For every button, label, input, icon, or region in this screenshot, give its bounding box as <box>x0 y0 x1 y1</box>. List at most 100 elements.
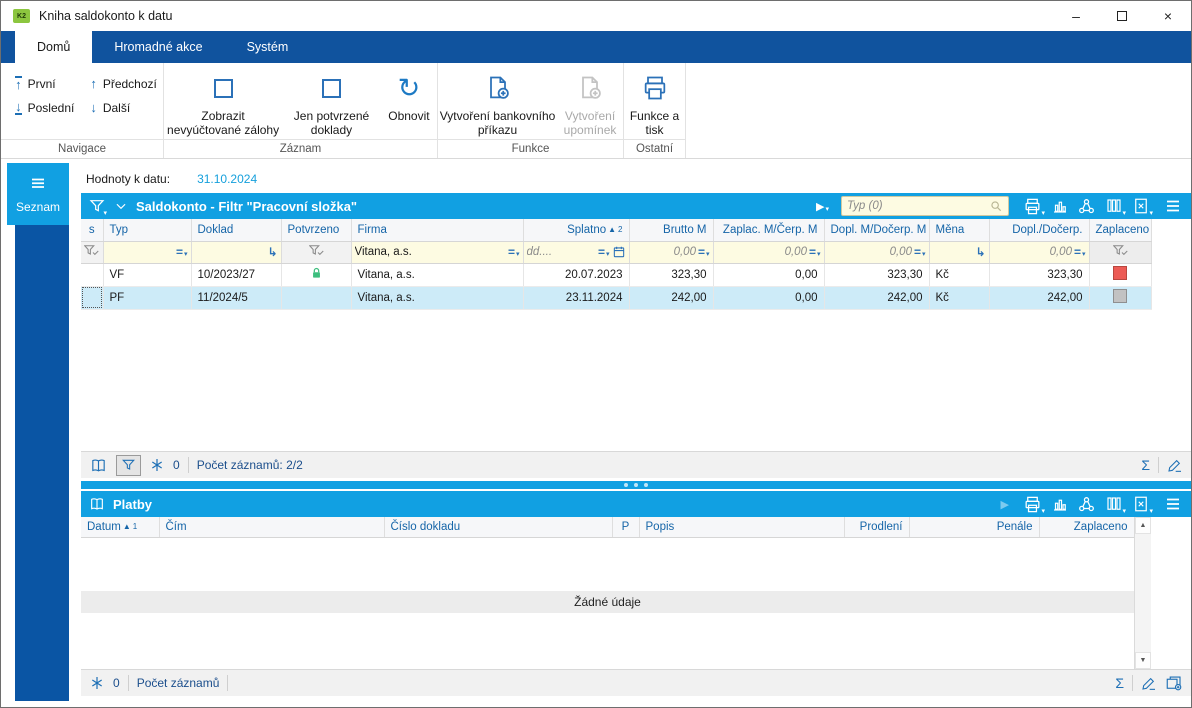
columns-icon[interactable]: ▾ <box>1102 494 1125 514</box>
filter-s[interactable] <box>81 241 103 263</box>
filter-doklad-input[interactable] <box>195 246 266 258</box>
sort-asc-icon: ▲ <box>123 522 131 531</box>
table-row[interactable]: VF 10/2023/27 Vitana, a.s. 20.07.2023 32… <box>81 263 1151 286</box>
snowflake-icon[interactable] <box>149 457 165 473</box>
col-dopl-m[interactable]: Dopl. M/Dočerp. M <box>824 219 929 241</box>
col-popis[interactable]: Popis <box>639 517 844 537</box>
filter-operator-icon[interactable]: =▾ <box>508 246 520 258</box>
filter-zaplac-input[interactable] <box>717 246 807 258</box>
maximize-button[interactable] <box>1099 1 1145 31</box>
chevron-down-icon[interactable] <box>113 196 129 216</box>
edit-pencil-icon[interactable] <box>1167 457 1183 473</box>
sum-icon[interactable]: Σ <box>1141 457 1150 473</box>
refresh-button[interactable]: ↻ Obnovit <box>381 63 437 123</box>
columns-icon[interactable]: ▾ <box>1102 196 1125 216</box>
excel-export-icon[interactable]: ▾ <box>1129 196 1152 216</box>
col-typ[interactable]: Typ <box>103 219 191 241</box>
filter-potvrzeno[interactable] <box>281 241 351 263</box>
filter-brutto-input[interactable] <box>633 246 696 258</box>
next-button[interactable]: ↓Další <box>90 97 157 118</box>
filter-toggle-button[interactable] <box>116 455 141 476</box>
filter-operator-icon[interactable]: =▾ <box>176 246 188 258</box>
only-confirmed-checkbox-button[interactable]: Jen potvrzené doklady <box>282 63 381 137</box>
refresh-icon: ↻ <box>398 75 421 102</box>
menu-icon[interactable] <box>1161 196 1184 216</box>
col-zaplaceno[interactable]: Zaplaceno <box>1089 219 1151 241</box>
calendar-icon[interactable] <box>612 245 626 259</box>
filter-firma-input[interactable] <box>355 246 506 258</box>
col-mena[interactable]: Měna <box>929 219 989 241</box>
excel-export-icon[interactable]: ▾ <box>1129 494 1152 514</box>
scroll-down-button[interactable]: ▼ <box>1135 652 1151 669</box>
col-zaplaceno[interactable]: Zaplaceno <box>1039 517 1134 537</box>
scroll-up-button[interactable]: ▲ <box>1135 517 1151 534</box>
filter-operator-icon[interactable]: =▾ <box>698 246 710 258</box>
filter-operator-icon[interactable]: =▾ <box>598 246 610 258</box>
col-datum[interactable]: Datum▲1 <box>81 517 159 537</box>
previous-button[interactable]: ↑Předchozí <box>90 73 157 94</box>
col-doklad[interactable]: Doklad <box>191 219 281 241</box>
search-input[interactable] <box>847 200 989 212</box>
last-button[interactable]: ↓Poslední <box>15 97 74 118</box>
snowflake-icon[interactable] <box>89 675 105 691</box>
filter-dopl-input[interactable] <box>993 246 1072 258</box>
sort-asc-icon: ▲ <box>608 225 616 234</box>
filter-operator-icon[interactable]: =▾ <box>809 246 821 258</box>
close-button[interactable]: × <box>1145 1 1191 31</box>
workflow-icon[interactable] <box>1075 196 1098 216</box>
lookup-arrow-icon[interactable]: ↳ <box>267 245 277 259</box>
filter-icon[interactable]: ▾ <box>88 196 106 216</box>
col-cim[interactable]: Čím <box>159 517 384 537</box>
edit-pencil-icon[interactable] <box>1141 675 1157 691</box>
col-dopl[interactable]: Dopl./Dočerp. <box>989 219 1089 241</box>
lookup-arrow-icon[interactable]: ↳ <box>975 245 985 259</box>
chart-icon[interactable] <box>1048 494 1071 514</box>
play-button[interactable]: ▶▾ <box>816 200 829 213</box>
filter-splatno-input[interactable] <box>527 246 596 258</box>
col-firma[interactable]: Firma <box>351 219 523 241</box>
col-prodleni[interactable]: Prodlení <box>844 517 909 537</box>
ribbon: ↑První ↑Předchozí ↓Poslední ↓Další Navig… <box>1 63 1191 159</box>
filter-operator-icon[interactable]: =▾ <box>914 246 926 258</box>
book-icon[interactable] <box>89 457 108 474</box>
print-icon[interactable]: ▾ <box>1021 196 1044 216</box>
col-splatno[interactable]: Splatno▲2 <box>523 219 629 241</box>
create-reminders-label: Vytvoření upomínek <box>557 109 623 137</box>
sum-icon[interactable]: Σ <box>1115 675 1124 691</box>
panel-splitter[interactable] <box>81 481 1191 489</box>
show-unbilled-checkbox-button[interactable]: Zobrazit nevyúčtované zálohy <box>164 63 282 137</box>
filter-dopl: =▾ <box>989 241 1089 263</box>
filter-zaplaceno[interactable] <box>1089 241 1151 263</box>
create-bank-order-button[interactable]: Vytvoření bankovního příkazu <box>438 63 557 137</box>
col-potvrzeno[interactable]: Potvrzeno <box>281 219 351 241</box>
vertical-scrollbar[interactable]: ▲ ▼ <box>1134 517 1151 669</box>
col-cislo-dokladu[interactable]: Číslo dokladu <box>384 517 612 537</box>
saldokonto-header-row: s Typ Doklad Potvrzeno Firma Splatno▲2 B… <box>81 219 1151 241</box>
filter-dopl-m-input[interactable] <box>828 246 912 258</box>
col-brutto-m[interactable]: Brutto M <box>629 219 713 241</box>
filter-operator-icon[interactable]: =▾ <box>1074 246 1086 258</box>
col-s[interactable]: s <box>81 219 103 241</box>
first-button[interactable]: ↑První <box>15 73 74 94</box>
cell-mena: Kč <box>929 263 989 286</box>
workflow-icon[interactable] <box>1075 494 1098 514</box>
minimize-button[interactable]: – <box>1053 1 1099 31</box>
functions-print-button[interactable]: Funkce a tisk <box>626 63 684 137</box>
tab-domu[interactable]: Domů <box>15 31 92 63</box>
filter-typ-input[interactable] <box>107 246 174 258</box>
sidebar-item-seznam[interactable]: Seznam <box>7 163 69 225</box>
menu-icon[interactable] <box>1161 494 1184 514</box>
tab-system[interactable]: Systém <box>225 31 311 63</box>
print-icon[interactable]: ▾ <box>1021 494 1044 514</box>
col-penale[interactable]: Penále <box>909 517 1039 537</box>
tab-hromadne-akce[interactable]: Hromadné akce <box>92 31 224 63</box>
platby-title: Platby <box>113 497 152 512</box>
new-record-icon[interactable] <box>1165 674 1183 692</box>
paid-status-cell <box>1089 263 1151 286</box>
col-zaplac-m[interactable]: Zaplac. M/Čerp. M <box>713 219 824 241</box>
table-row-selected[interactable]: PF 11/2024/5 Vitana, a.s. 23.11.2024 242… <box>81 286 1151 309</box>
chart-icon[interactable] <box>1048 196 1071 216</box>
col-p[interactable]: P <box>612 517 639 537</box>
values-date[interactable]: 31.10.2024 <box>197 172 257 186</box>
cell-splatno: 23.11.2024 <box>523 286 629 309</box>
